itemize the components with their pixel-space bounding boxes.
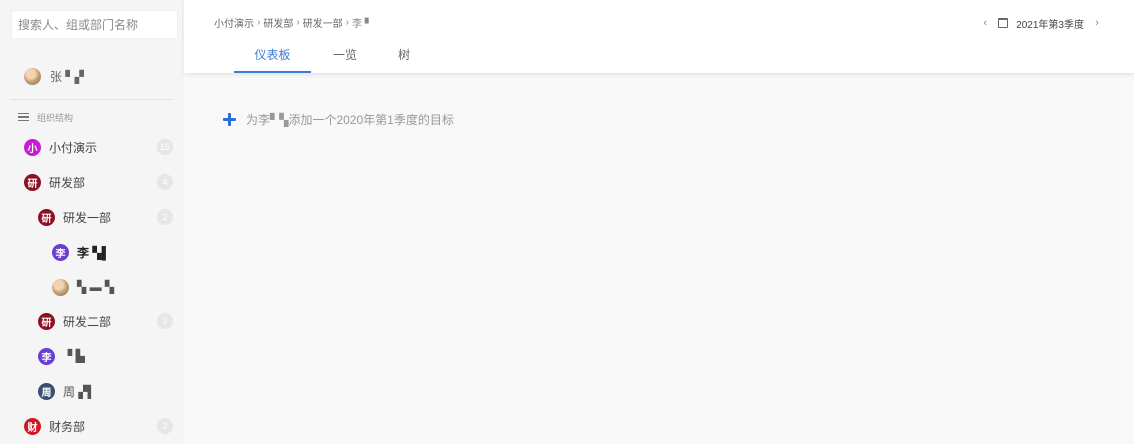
chevron-right-icon: › — [296, 17, 300, 28]
current-user[interactable]: 张 ▘▞ — [24, 67, 84, 85]
org-avatar: 研 — [38, 312, 55, 330]
sidebar: 张 ▘▞ 组织结构 小 小付演示 15 研 研发部 4 研 研发一部 2 李 李… — [0, 0, 183, 444]
tree-item-rd-team-2[interactable]: 研 研发二部 3 — [0, 310, 183, 332]
add-goal-text: 为李▘▚添加一个2020年第1季度的目标 — [246, 113, 454, 127]
tree-item-member-li[interactable]: 李 ▝ ▙ — [0, 345, 183, 367]
org-structure-header: 组织结构 — [18, 110, 73, 124]
tree-item-label: 周 ▞▍ — [63, 384, 97, 399]
org-structure-label: 组织结构 — [37, 112, 74, 123]
period-selector: ‹ 2021年第3季度 › — [976, 15, 1106, 31]
calendar-icon — [998, 18, 1009, 28]
tree-item-finance-dept[interactable]: 财 财务部 2 — [0, 415, 183, 437]
org-avatar: 研 — [24, 173, 41, 191]
org-avatar: 小 — [24, 138, 41, 156]
period-label[interactable]: 2021年第3季度 — [1016, 16, 1084, 31]
org-avatar: 财 — [24, 417, 41, 435]
chevron-right-icon: › — [345, 17, 350, 28]
user-avatar — [52, 278, 69, 296]
member-count-badge: 2 — [157, 418, 173, 434]
current-user-name: 张 ▘▞ — [50, 69, 84, 84]
tree-item-label: 研发部 — [49, 175, 86, 190]
tree-item-member-li-selected[interactable]: 李 李 ▚▌ — [0, 241, 183, 263]
tree-item-label: 研发二部 — [63, 314, 112, 329]
header: 小付演示 › 研发部 › 研发一部 › 李 ▘ 仪表板 一览 树 ‹ 2021年… — [184, 0, 1134, 73]
list-icon — [18, 112, 29, 122]
member-count-badge: 3 — [157, 313, 173, 329]
tree-item-label: ▝ ▙ — [63, 349, 85, 363]
tree-item-label: 财务部 — [49, 419, 86, 434]
tree-item-label: ▚ ▬ ▚ — [77, 280, 115, 294]
member-count-badge: 4 — [157, 174, 173, 190]
member-count-badge: 15 — [157, 139, 173, 155]
tree-item-label: 小付演示 — [49, 140, 98, 155]
user-avatar: 李 — [38, 347, 55, 365]
chevron-right-icon: › — [257, 17, 261, 28]
chevron-right-icon[interactable]: › — [1088, 15, 1106, 31]
breadcrumb-item[interactable]: 小付演示 — [214, 15, 254, 30]
tree-item-label: 研发一部 — [63, 210, 112, 225]
org-avatar: 研 — [38, 208, 55, 226]
tree-item-xiaofu-demo[interactable]: 小 小付演示 15 — [0, 136, 183, 158]
breadcrumb-current: 李 ▘ — [352, 19, 373, 30]
user-avatar — [24, 67, 41, 85]
divider — [10, 99, 173, 100]
tree-item-rd-dept[interactable]: 研 研发部 4 — [0, 171, 183, 193]
breadcrumb-item[interactable]: 研发一部 — [303, 15, 343, 30]
chevron-left-icon[interactable]: ‹ — [976, 15, 994, 31]
member-count-badge: 2 — [157, 209, 173, 225]
user-avatar: 李 — [52, 243, 69, 261]
tree-item-member-zhou[interactable]: 周 周 ▞▍ — [0, 380, 183, 402]
search-input[interactable] — [11, 10, 178, 39]
tree-item-member-photo[interactable]: ▚ ▬ ▚ — [0, 276, 183, 298]
tree-item-rd-team-1[interactable]: 研 研发一部 2 — [0, 206, 183, 228]
tab-tree[interactable]: 树 — [379, 40, 429, 73]
breadcrumb: 小付演示 › 研发部 › 研发一部 › 李 ▘ — [214, 15, 373, 30]
user-avatar: 周 — [38, 382, 55, 400]
tab-overview[interactable]: 一览 — [311, 40, 379, 73]
tab-dashboard[interactable]: 仪表板 — [234, 40, 311, 73]
tree-item-label: 李 ▚▌ — [77, 245, 111, 260]
breadcrumb-item[interactable]: 研发部 — [263, 15, 293, 30]
plus-icon — [223, 113, 236, 126]
add-goal-button[interactable]: 为李▘▚添加一个2020年第1季度的目标 — [223, 111, 454, 128]
